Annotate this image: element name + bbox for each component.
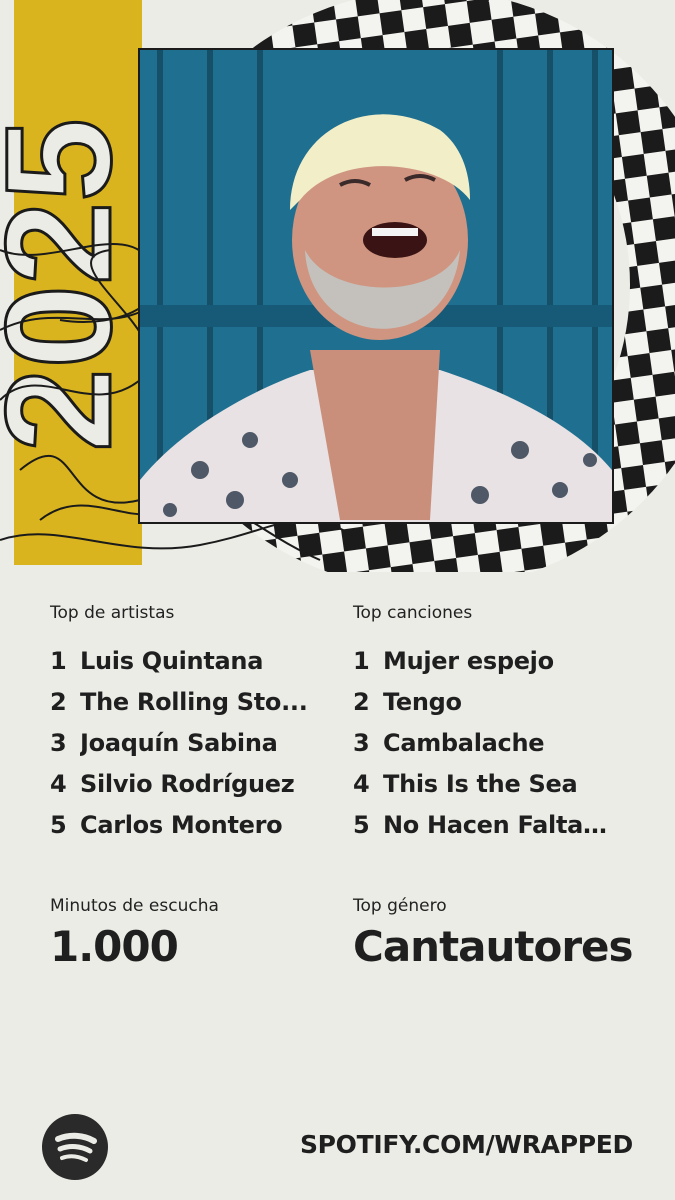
- artist-photo-image: [140, 50, 612, 522]
- top-artists-label: Top de artistas: [50, 603, 175, 623]
- list-item: 4 Silvio Rodríguez: [50, 763, 308, 804]
- wrapped-url-link[interactable]: SPOTIFY.COM/WRAPPED: [300, 1130, 633, 1159]
- artist-name: Silvio Rodríguez: [80, 769, 295, 798]
- song-name: Mujer espejo: [383, 646, 554, 675]
- rank-number: 4: [50, 769, 67, 798]
- rank-number: 2: [353, 687, 370, 716]
- rank-number: 1: [353, 646, 370, 675]
- list-item: 2 The Rolling Sto...: [50, 681, 308, 722]
- top-genre-value: Cantautores: [353, 922, 634, 971]
- song-name: No Hacen Falta ...: [383, 810, 613, 839]
- rank-number: 1: [50, 646, 67, 675]
- artist-name: Carlos Montero: [80, 810, 283, 839]
- list-item: 3 Cambalache: [353, 722, 613, 763]
- rank-number: 3: [50, 728, 67, 757]
- top-songs-label: Top canciones: [353, 603, 473, 623]
- top-artists-list: 1 Luis Quintana 2 The Rolling Sto... 3 Joaq…: [50, 640, 308, 845]
- list-item: 1 Mujer espejo: [353, 640, 613, 681]
- year-mark: 2025: [0, 0, 144, 565]
- rank-number: 5: [50, 810, 67, 839]
- list-item: 2 Tengo: [353, 681, 613, 722]
- rank-number: 3: [353, 728, 370, 757]
- rank-number: 5: [353, 810, 370, 839]
- year-text: 2025: [0, 118, 142, 452]
- rank-number: 2: [50, 687, 67, 716]
- song-name: Cambalache: [383, 728, 545, 757]
- top-songs-list: 1 Mujer espejo 2 Tengo 3 Cambalache 4 This I…: [353, 640, 613, 845]
- list-item: 4 This Is the Sea: [353, 763, 613, 804]
- list-item: 5 Carlos Montero: [50, 804, 308, 845]
- artist-name: Joaquín Sabina: [80, 728, 278, 757]
- artist-photo: [138, 48, 614, 524]
- song-name: This Is the Sea: [383, 769, 578, 798]
- artist-name: Luis Quintana: [80, 646, 264, 675]
- song-name: Tengo: [383, 687, 462, 716]
- rank-number: 4: [353, 769, 370, 798]
- list-item: 5 No Hacen Falta ...: [353, 804, 613, 845]
- spotify-logo-icon[interactable]: [42, 1114, 108, 1180]
- artist-name: The Rolling Sto...: [80, 687, 308, 716]
- minutes-value: 1.000: [50, 922, 179, 971]
- top-genre-label: Top género: [353, 896, 447, 916]
- minutes-label: Minutos de escucha: [50, 896, 219, 916]
- list-item: 3 Joaquín Sabina: [50, 722, 308, 763]
- list-item: 1 Luis Quintana: [50, 640, 308, 681]
